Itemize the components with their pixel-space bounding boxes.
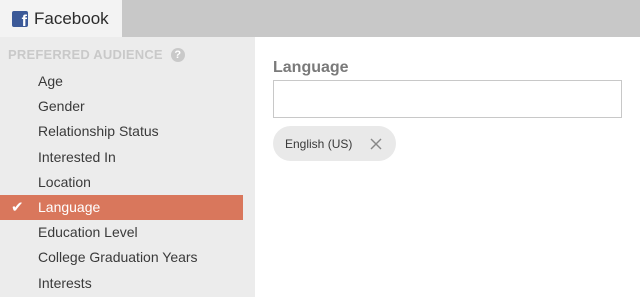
sidebar-item-location[interactable]: Location — [0, 170, 243, 195]
section-header-label: PREFERRED AUDIENCE — [8, 47, 163, 62]
facebook-logo-icon: f — [12, 10, 28, 27]
sidebar-item-label: Interested In — [38, 148, 116, 165]
tab-facebook[interactable]: f Facebook — [0, 0, 122, 37]
sidebar-item-education-level[interactable]: Education Level — [0, 220, 243, 245]
language-chip-label: English (US) — [285, 136, 353, 151]
sidebar-item-interested-in[interactable]: Interested In — [0, 145, 243, 170]
sidebar-item-college-graduation-years[interactable]: College Graduation Years — [0, 245, 243, 270]
language-input[interactable] — [273, 80, 622, 118]
close-icon[interactable] — [370, 138, 382, 150]
sidebar-item-label: Age — [38, 73, 63, 89]
sidebar-item-relationship-status[interactable]: Relationship Status — [0, 119, 243, 144]
help-icon[interactable]: ? — [170, 47, 185, 62]
language-field-label: Language — [273, 59, 349, 76]
facebook-logo-letter: f — [21, 12, 27, 27]
sidebar-item-label: College Graduation Years — [38, 249, 198, 266]
sidebar: PREFERRED AUDIENCE ? Age Gender Relation… — [0, 37, 255, 297]
tab-label: Facebook — [34, 8, 109, 28]
sidebar-item-label: Education Level — [38, 224, 138, 241]
checkmark-icon: ✔ — [11, 198, 24, 216]
section-header: PREFERRED AUDIENCE ? — [8, 47, 185, 62]
sidebar-item-age[interactable]: Age — [0, 69, 243, 94]
sidebar-item-gender[interactable]: Gender — [0, 94, 243, 119]
sidebar-item-label: Location — [38, 173, 91, 190]
language-chip: English (US) — [273, 126, 397, 161]
sidebar-item-interests[interactable]: Interests — [0, 271, 243, 296]
top-bar: f Facebook — [0, 0, 640, 37]
sidebar-item-language[interactable]: ✔ Language — [0, 194, 243, 221]
sidebar-item-label: Gender — [38, 98, 85, 115]
sidebar-item-label: Relationship Status — [38, 123, 159, 140]
sidebar-item-label: Interests — [38, 274, 92, 291]
sidebar-menu: Age Gender Relationship Status Intereste… — [0, 69, 243, 296]
main-panel: Language English (US) — [255, 37, 640, 297]
sidebar-item-label: Language — [38, 198, 101, 215]
